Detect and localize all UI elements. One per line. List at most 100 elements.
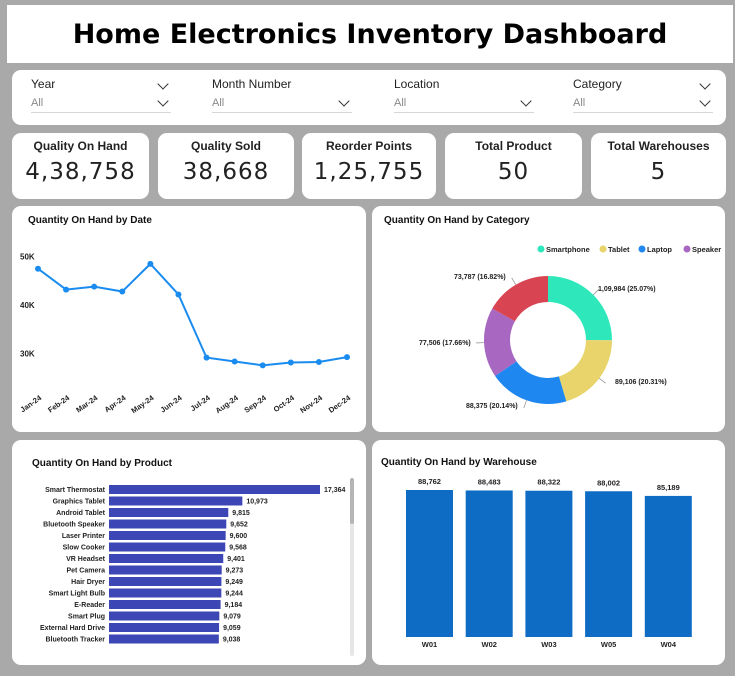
category-label: W05 bbox=[601, 640, 616, 649]
category-label: Slow Cooker bbox=[63, 545, 106, 552]
category-label: Smart Plug bbox=[68, 614, 105, 621]
series-line bbox=[37, 262, 348, 367]
location-dropdown[interactable]: All bbox=[394, 94, 534, 113]
x-tick-label: Apr-24 bbox=[103, 393, 128, 414]
category-label: Smart Light Bulb bbox=[49, 591, 105, 598]
chevron-down-icon[interactable] bbox=[157, 95, 169, 107]
donut-slice bbox=[558, 340, 612, 402]
legend-label: Laptop bbox=[647, 245, 672, 254]
x-tick-label: May-24 bbox=[130, 393, 157, 415]
year-filter[interactable]: Year All bbox=[31, 76, 171, 113]
bar bbox=[109, 531, 226, 540]
category-label: Smart Thermostat bbox=[45, 487, 106, 494]
bar bbox=[109, 554, 224, 563]
x-tick-label: Sep-24 bbox=[243, 393, 269, 415]
x-tick-label: Aug-24 bbox=[214, 393, 241, 415]
bar bbox=[109, 542, 226, 552]
year-dropdown[interactable]: All bbox=[31, 78, 171, 113]
data-label: 88,375 (20.14%) bbox=[466, 403, 518, 410]
category-label: W02 bbox=[481, 640, 496, 649]
y-tick-label: 40K bbox=[20, 301, 35, 310]
category-label: Hair Dryer bbox=[71, 579, 105, 586]
kpi-value: 5 bbox=[650, 159, 667, 185]
bar bbox=[585, 491, 633, 637]
bar bbox=[406, 490, 453, 637]
chevron-down-icon[interactable] bbox=[699, 95, 711, 107]
line-chart: 30K40K50KJan-24 Feb-24 Mar-24 Apr-24 May-24 J… bbox=[19, 253, 353, 416]
category-label: External Hard Drive bbox=[40, 625, 105, 632]
kpi-label: Quality On Hand bbox=[33, 139, 128, 153]
value-label: 9,038 bbox=[223, 637, 241, 644]
legend-label: Tablet bbox=[608, 245, 630, 254]
value-label: 9,652 bbox=[230, 522, 248, 529]
filter-bar: Year All Month Number All Location All C… bbox=[12, 70, 726, 125]
category-label: E-Reader bbox=[74, 602, 105, 609]
kpi-card-total-product: Total Product 50 bbox=[445, 133, 582, 199]
legend-marker bbox=[638, 245, 646, 253]
data-point bbox=[119, 288, 126, 295]
category-label: Pet Camera bbox=[66, 568, 105, 575]
legend-marker bbox=[537, 245, 545, 253]
scrollbar-thumb bbox=[350, 478, 354, 524]
bar bbox=[109, 496, 243, 506]
kpi-label: Total Product bbox=[475, 139, 552, 153]
month-number-dropdown[interactable]: All bbox=[212, 94, 352, 113]
donut-chart-panel: Quantity On Hand by Category Smartphone T… bbox=[372, 206, 725, 432]
label-leader bbox=[511, 277, 517, 285]
x-tick-label: Oct-24 bbox=[272, 393, 297, 414]
title-bar: Home Electronics Inventory Dashboard bbox=[7, 5, 733, 63]
legend-marker bbox=[683, 245, 691, 253]
kpi-card-reorder-points: Reorder Points 1,25,755 bbox=[302, 133, 436, 199]
bar bbox=[109, 600, 221, 609]
label-leader bbox=[599, 378, 606, 384]
y-tick-label: 30K bbox=[20, 350, 35, 359]
data-label: 73,787 (16.82%) bbox=[454, 274, 506, 281]
bar bbox=[109, 485, 320, 494]
bar bbox=[109, 623, 220, 632]
category-filter-label: Category bbox=[573, 77, 622, 91]
category-label: W04 bbox=[661, 640, 677, 649]
x-tick-label: Jan-24 bbox=[19, 393, 44, 414]
value-label: 9,244 bbox=[225, 591, 243, 598]
value-label: 9,079 bbox=[223, 614, 241, 621]
value-label: 88,762 bbox=[418, 477, 441, 486]
category-dropdown[interactable]: All bbox=[573, 78, 713, 113]
month-number-filter[interactable]: Month Number All bbox=[212, 76, 352, 113]
value-label: 9,059 bbox=[223, 625, 241, 632]
data-point bbox=[147, 260, 154, 267]
value-label: 88,002 bbox=[597, 478, 620, 487]
chevron-down-icon[interactable] bbox=[338, 95, 350, 107]
kpi-label: Reorder Points bbox=[325, 139, 412, 153]
bar bbox=[109, 508, 229, 517]
value-label: 85,189 bbox=[657, 483, 680, 492]
category-filter[interactable]: Category All bbox=[573, 76, 713, 113]
product-bar-chart: Smart Thermostat 17,364 Graphics Tablet 10,… bbox=[40, 478, 354, 656]
x-tick-label: Jun-24 bbox=[159, 393, 185, 415]
bar bbox=[525, 490, 573, 637]
value-label: 9,815 bbox=[232, 510, 250, 517]
bar bbox=[465, 490, 513, 637]
value-label: 9,401 bbox=[227, 556, 245, 563]
year-dropdown-value: All bbox=[31, 97, 44, 109]
location-filter[interactable]: Location All bbox=[394, 76, 534, 113]
category-label: Android Tablet bbox=[56, 510, 106, 517]
category-label: Graphics Tablet bbox=[53, 499, 106, 506]
chevron-down-icon[interactable] bbox=[520, 95, 532, 107]
bar bbox=[109, 611, 220, 621]
value-label: 9,568 bbox=[229, 545, 247, 552]
bar bbox=[644, 495, 692, 637]
bar bbox=[109, 634, 219, 644]
data-point bbox=[231, 358, 238, 365]
x-tick-label: Nov-24 bbox=[298, 393, 324, 415]
legend-label: Speaker bbox=[692, 245, 721, 254]
data-point bbox=[259, 362, 266, 369]
kpi-value: 38,668 bbox=[182, 159, 270, 185]
data-point bbox=[63, 286, 70, 293]
label-leader bbox=[523, 400, 527, 408]
data-label: 89,106 (20.31%) bbox=[615, 379, 667, 386]
legend-label: Smartphone bbox=[546, 245, 590, 254]
category-label: Bluetooth Speaker bbox=[43, 522, 105, 529]
value-label: 9,273 bbox=[226, 568, 244, 575]
kpi-value: 1,25,755 bbox=[313, 159, 425, 185]
page-title: Home Electronics Inventory Dashboard bbox=[72, 18, 668, 50]
